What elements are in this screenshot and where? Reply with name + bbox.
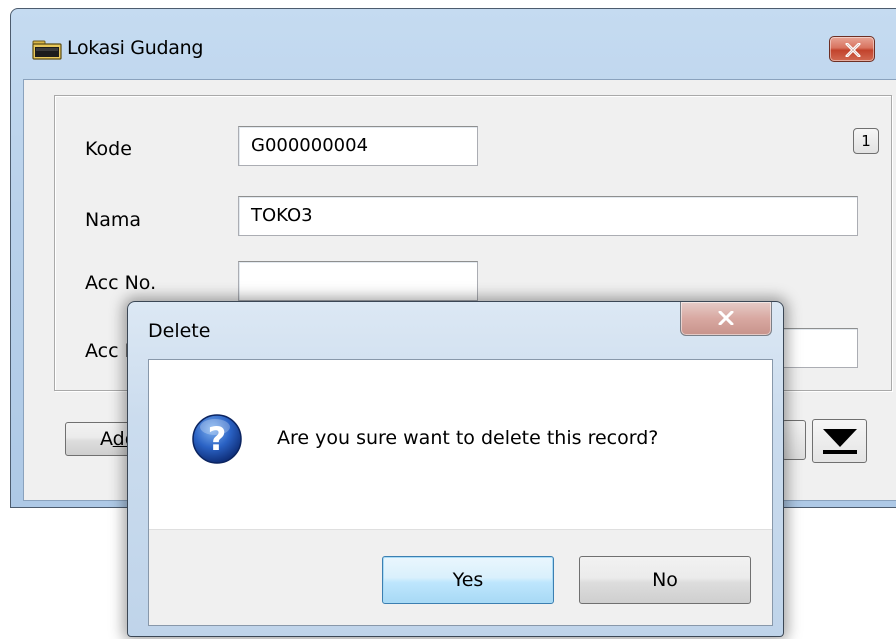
kode-field[interactable]: G000000004 <box>238 126 478 166</box>
dialog-button-bar: Yes No <box>149 529 772 625</box>
delete-dialog: Delete ? Are you sure want to delete thi… <box>127 301 784 637</box>
question-icon: ? <box>192 414 242 464</box>
last-record-icon <box>823 429 857 454</box>
svg-text:?: ? <box>208 420 227 458</box>
window-title: Lokasi Gudang <box>67 37 204 59</box>
next-record-button[interactable] <box>782 420 806 460</box>
close-icon <box>845 43 861 57</box>
dialog-message: Are you sure want to delete this record? <box>277 427 659 449</box>
record-number-badge: 1 <box>853 128 879 154</box>
dialog-body: ? Are you sure want to delete this recor… <box>148 359 773 626</box>
kode-label: Kode <box>85 138 132 160</box>
acc-no-label: Acc No. <box>85 272 157 294</box>
nama-label: Nama <box>85 209 142 231</box>
last-record-button[interactable] <box>812 419 867 463</box>
dialog-close-button[interactable] <box>680 302 772 336</box>
main-titlebar: Lokasi Gudang <box>11 9 896 79</box>
yes-button[interactable]: Yes <box>382 556 554 604</box>
add-label-prefix: A <box>100 428 113 450</box>
acc-no-field[interactable] <box>238 261 478 301</box>
window-close-button[interactable] <box>829 36 875 62</box>
nama-field[interactable]: TOKO3 <box>238 196 858 236</box>
folder-icon <box>32 40 62 60</box>
close-icon <box>718 311 734 325</box>
no-button[interactable]: No <box>579 556 751 604</box>
dialog-title: Delete <box>148 320 211 342</box>
screen: Lokasi Gudang 1 Kode G000000004 Nama TOK… <box>0 0 896 639</box>
